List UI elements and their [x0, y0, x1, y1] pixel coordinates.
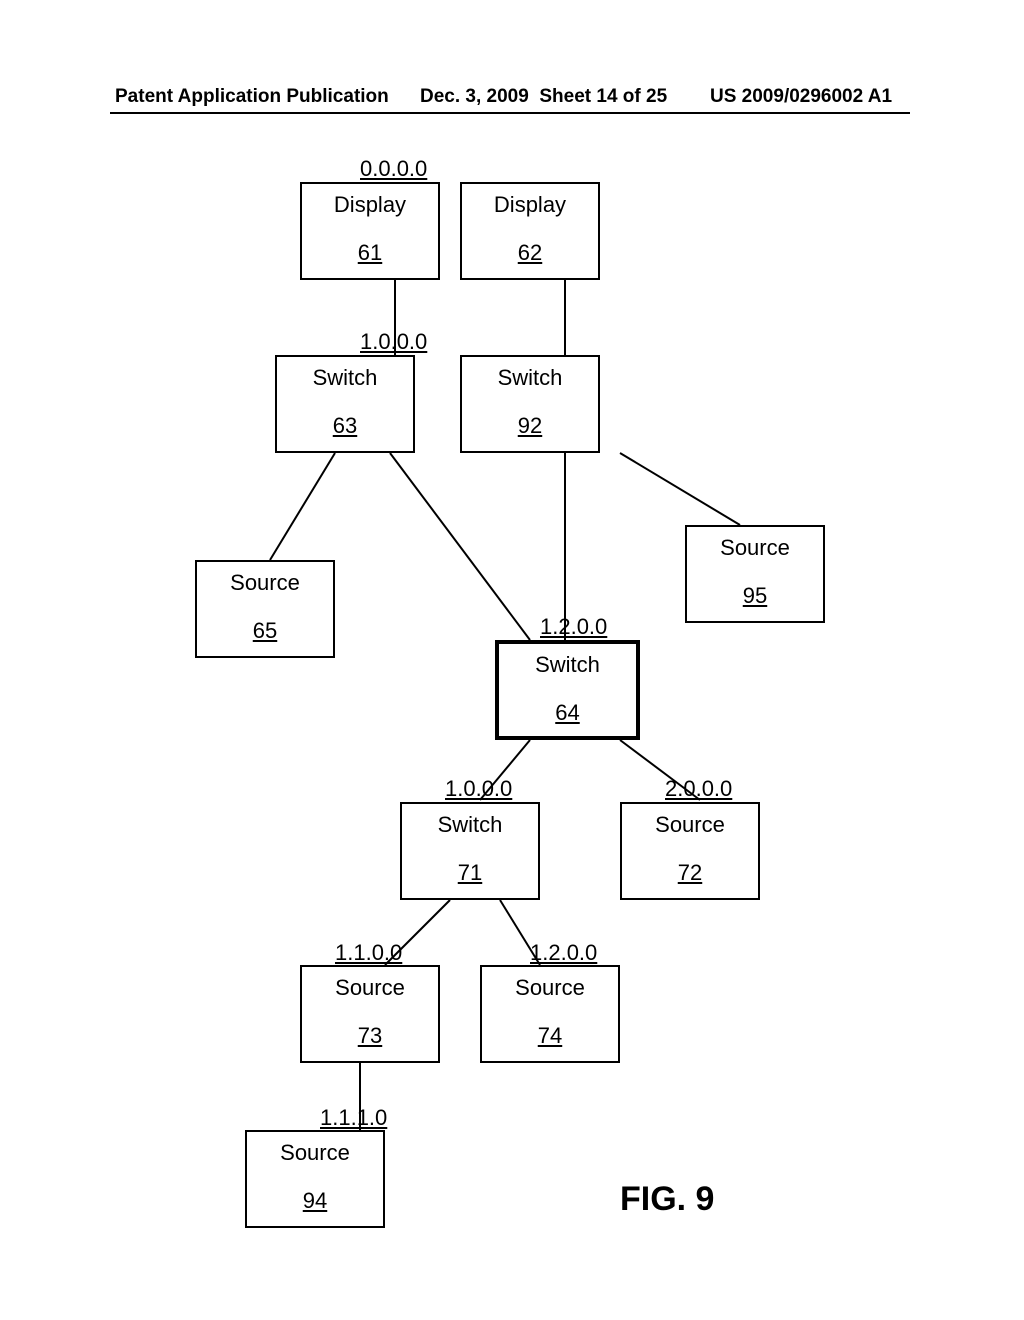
node-ref: 64 [555, 700, 579, 726]
node-label: Switch [402, 812, 538, 838]
node-source-94: Source 94 [245, 1130, 385, 1228]
addr-61: 0.0.0.0 [360, 156, 427, 182]
node-label: Switch [462, 365, 598, 391]
addr-73: 1.1.0.0 [335, 940, 402, 966]
node-ref: 65 [253, 618, 277, 644]
node-ref: 71 [458, 860, 482, 886]
node-source-65: Source 65 [195, 560, 335, 658]
node-label: Switch [277, 365, 413, 391]
node-source-72: Source 72 [620, 802, 760, 900]
node-label: Switch [499, 652, 636, 678]
node-label: Display [462, 192, 598, 218]
node-source-95: Source 95 [685, 525, 825, 623]
node-ref: 61 [358, 240, 382, 266]
node-label: Source [687, 535, 823, 561]
node-label: Source [197, 570, 333, 596]
node-switch-64: Switch 64 [495, 640, 640, 740]
addr-71: 1.0.0.0 [445, 776, 512, 802]
node-display-62: Display 62 [460, 182, 600, 280]
node-ref: 63 [333, 413, 357, 439]
node-display-61: Display 61 [300, 182, 440, 280]
node-label: Display [302, 192, 438, 218]
page: Patent Application Publication Dec. 3, 2… [0, 0, 1024, 1320]
node-ref: 95 [743, 583, 767, 609]
node-source-74: Source 74 [480, 965, 620, 1063]
node-label: Source [482, 975, 618, 1001]
node-switch-71: Switch 71 [400, 802, 540, 900]
node-ref: 92 [518, 413, 542, 439]
addr-94: 1.1.1.0 [320, 1105, 387, 1131]
addr-63: 1.0.0.0 [360, 329, 427, 355]
figure-label: FIG. 9 [620, 1180, 714, 1219]
node-ref: 74 [538, 1023, 562, 1049]
node-source-73: Source 73 [300, 965, 440, 1063]
addr-64: 1.2.0.0 [540, 614, 607, 640]
node-switch-63: Switch 63 [275, 355, 415, 453]
node-ref: 72 [678, 860, 702, 886]
node-label: Source [622, 812, 758, 838]
addr-74: 1.2.0.0 [530, 940, 597, 966]
node-ref: 73 [358, 1023, 382, 1049]
node-label: Source [247, 1140, 383, 1166]
node-ref: 94 [303, 1188, 327, 1214]
node-switch-92: Switch 92 [460, 355, 600, 453]
node-ref: 62 [518, 240, 542, 266]
node-label: Source [302, 975, 438, 1001]
addr-72: 2.0.0.0 [665, 776, 732, 802]
